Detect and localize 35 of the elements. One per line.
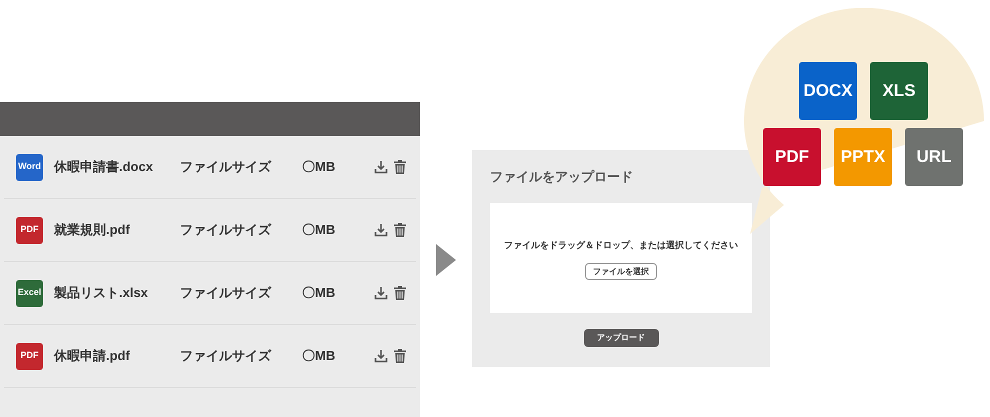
download-icon[interactable] (374, 160, 388, 174)
file-type-icon: PDF (16, 342, 43, 370)
file-name: 就業規則.pdf (54, 221, 131, 240)
trash-icon[interactable] (394, 160, 406, 174)
drop-zone[interactable]: ファイルをドラッグ＆ドロップ、または選択してください ファイルを選択 (490, 202, 752, 312)
trash-icon[interactable] (394, 349, 406, 363)
file-size: 〇MB (302, 158, 336, 176)
arrow-icon (436, 244, 456, 276)
file-name: 休暇申請.pdf (54, 347, 131, 366)
format-tile: XLS (870, 62, 928, 120)
format-tile: PPTX (834, 128, 892, 186)
file-type-icon: Word (16, 154, 43, 180)
file-name: 製品リスト.xlsx (54, 284, 149, 302)
file-size-label: ファイルサイズ (180, 284, 272, 302)
trash-icon[interactable] (394, 286, 406, 300)
upload-button[interactable]: アップロード (584, 328, 658, 346)
panel-title: ファイルをアップロード (490, 168, 634, 186)
select-file-button[interactable]: ファイルを選択 (585, 263, 657, 280)
drop-message: ファイルをドラッグ＆ドロップ、または選択してください (504, 238, 738, 252)
format-tile: PDF (763, 128, 821, 186)
file-size: 〇MB (302, 284, 336, 302)
trash-icon[interactable] (394, 223, 406, 237)
format-tile: DOCX (799, 62, 857, 120)
download-icon[interactable] (374, 286, 388, 300)
file-size: 〇MB (302, 221, 336, 240)
file-name: 休暇申請書.docx (54, 158, 154, 176)
download-icon[interactable] (374, 223, 388, 237)
file-type-icon: PDF (16, 216, 43, 244)
file-size-label: ファイルサイズ (180, 221, 272, 240)
download-icon[interactable] (374, 349, 388, 363)
file-size-label: ファイルサイズ (180, 347, 272, 366)
file-type-icon: Excel (16, 280, 43, 306)
format-tile: URL (905, 128, 963, 186)
file-size-label: ファイルサイズ (180, 158, 272, 176)
file-size: 〇MB (302, 347, 336, 366)
